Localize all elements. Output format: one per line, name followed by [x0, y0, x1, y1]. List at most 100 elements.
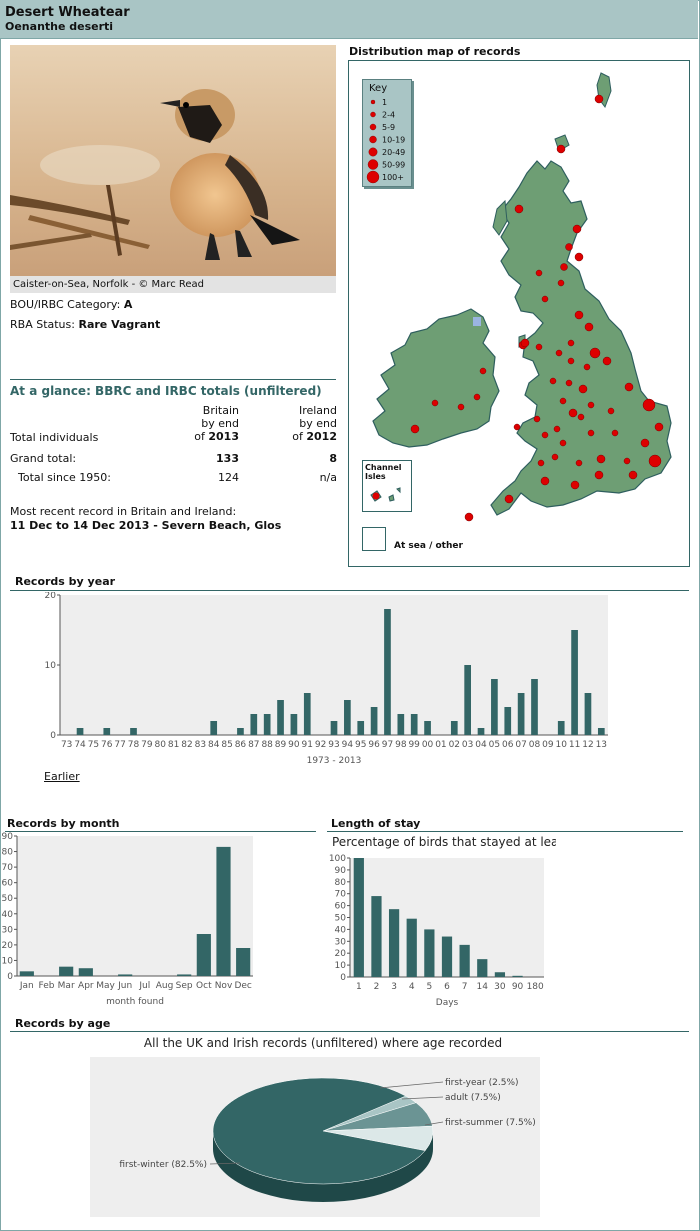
common-name: Desert Wheatear — [5, 5, 130, 20]
record-dot — [611, 429, 619, 437]
month-bar-Dec — [236, 948, 251, 976]
stay-x-tick-label: 6 — [444, 982, 450, 992]
stay-bar-2 — [371, 896, 382, 977]
record-dot — [640, 438, 650, 448]
year-x-tick-label: 74 — [74, 740, 86, 750]
stay-bar-6 — [441, 936, 453, 977]
since-1950-britain: 124 — [218, 471, 239, 484]
records-by-month-title: Records by month — [7, 817, 120, 830]
year-bar-00 — [424, 721, 431, 735]
month-x-tick-label: Oct — [196, 981, 212, 991]
species-photo — [10, 45, 336, 293]
year-bar-08 — [531, 679, 538, 735]
record-dot — [549, 377, 557, 385]
record-dot — [540, 476, 550, 486]
ireland-column-head: Ireland by end of 2012 — [258, 404, 337, 443]
year-x-tick-label: 88 — [261, 740, 273, 750]
year-x-tick-label: 01 — [435, 740, 446, 750]
year-bar-84 — [210, 721, 218, 735]
record-dot — [568, 408, 578, 418]
ireland-head-1: Ireland — [298, 404, 337, 417]
at-sea-box — [362, 527, 386, 551]
total-individuals-label: Total individuals — [10, 431, 99, 444]
stay-x-tick-label: 7 — [462, 982, 468, 992]
age-slice-label: first-year (2.5%) — [445, 1078, 519, 1088]
record-dot — [589, 347, 601, 359]
record-dot — [642, 398, 656, 412]
year-x-tick-label: 92 — [315, 740, 326, 750]
year-x-tick-label: 11 — [569, 740, 580, 750]
year-x-tick-label: 00 — [422, 740, 434, 750]
record-dot — [567, 357, 575, 365]
record-dot — [574, 310, 584, 320]
year-bar-98 — [397, 714, 405, 735]
stay-bar-30 — [494, 972, 506, 977]
earlier-link[interactable]: Earlier — [44, 770, 80, 783]
month-x-tick-label: Mar — [58, 981, 75, 991]
year-x-tick-label: 94 — [342, 740, 354, 750]
record-dot — [583, 363, 591, 371]
stay-y-tick-label: 10 — [335, 961, 347, 971]
year-x-tick-label: 81 — [168, 740, 179, 750]
since-1950-label: Total since 1950: — [18, 471, 111, 484]
length-of-stay-title: Length of stay — [331, 817, 421, 830]
stay-bar-1 — [353, 858, 364, 977]
record-dot — [559, 397, 567, 405]
year-bar-88 — [263, 714, 271, 735]
stay-bar-7 — [459, 944, 470, 977]
britain-year: 2013 — [208, 430, 239, 443]
year-x-tick-label: 91 — [302, 740, 313, 750]
britain-column-head: Britain by end of 2013 — [160, 404, 239, 443]
key-title: Key — [369, 83, 388, 94]
record-dot — [565, 243, 573, 251]
year-bar-96 — [370, 707, 378, 735]
year-x-tick-label: 95 — [355, 740, 366, 750]
record-dot — [577, 413, 585, 421]
key-dot — [370, 99, 376, 105]
stay-x-tick-label: 1 — [356, 982, 362, 992]
year-bar-90 — [290, 714, 298, 735]
age-slice-label: first-summer (7.5%) — [445, 1118, 536, 1128]
year-bar-93 — [330, 721, 338, 735]
stay-y-tick-label: 60 — [335, 902, 347, 912]
britain-head-2: by end — [201, 417, 239, 430]
key-label: 50-99 — [382, 161, 405, 170]
year-bar-78 — [130, 728, 137, 735]
stay-x-tick-label: 90 — [512, 982, 524, 992]
scientific-name: Oenanthe deserti — [5, 20, 114, 33]
records-by-age-chart: All the UK and Irish records (unfiltered… — [90, 1036, 540, 1217]
year-bar-11 — [571, 630, 578, 735]
year-x-tick-label: 99 — [408, 740, 420, 750]
year-x-tick-label: 12 — [582, 740, 593, 750]
year-x-tick-label: 75 — [88, 740, 99, 750]
year-bar-07 — [517, 693, 525, 735]
records-by-year-title: Records by year — [15, 575, 116, 588]
year-x-tick-label: 03 — [462, 740, 473, 750]
year-plot-area — [60, 595, 608, 735]
record-dot — [654, 422, 664, 432]
record-dot — [594, 470, 604, 480]
record-dot — [572, 224, 582, 234]
month-y-tick-label: 60 — [2, 879, 14, 889]
year-bar-02 — [450, 721, 458, 735]
year-bar-05 — [491, 679, 498, 735]
stay-y-tick-label: 90 — [335, 866, 347, 876]
year-bar-91 — [303, 693, 311, 735]
key-dot — [370, 111, 376, 118]
record-dot — [410, 424, 420, 434]
record-dot — [464, 512, 474, 522]
record-dot — [628, 470, 638, 480]
month-y-tick-label: 80 — [2, 848, 14, 858]
bird-photo-image — [10, 45, 336, 276]
channel-isles-dot — [372, 492, 380, 500]
bou-category: BOU/IRBC Category: A — [10, 298, 132, 311]
year-bar-13 — [597, 728, 605, 735]
month-y-tick-label: 50 — [2, 894, 14, 904]
year-x-tick-label: 89 — [275, 740, 287, 750]
lough-neagh — [473, 317, 481, 326]
record-dot — [520, 338, 530, 348]
stay-x-tick-label: 3 — [391, 982, 397, 992]
year-x-tick-label: 82 — [181, 740, 192, 750]
map-key: Key 1 2-4 5-9 10-19 20-49 50-99 100+ — [362, 79, 412, 187]
month-x-tick-label: Aug — [156, 981, 174, 991]
